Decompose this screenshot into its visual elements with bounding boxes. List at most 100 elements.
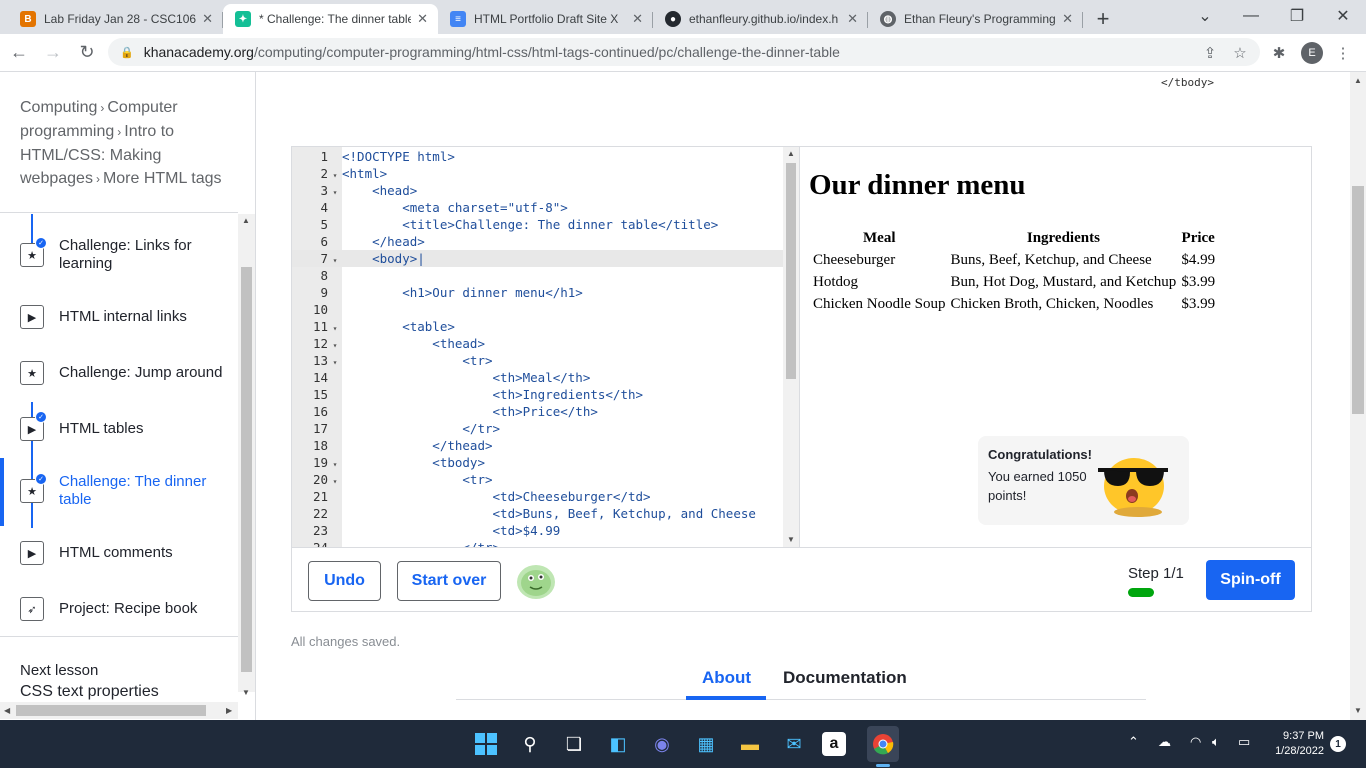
lesson-label: Challenge: The dinner table [59, 473, 207, 508]
code-line[interactable]: 17 </tr> [292, 420, 787, 437]
code-line[interactable]: 22 <td>Buns, Beef, Ketchup, and Cheese [292, 505, 787, 522]
tab-documentation[interactable]: Documentation [783, 668, 907, 688]
scroll-left-icon[interactable]: ◀ [4, 706, 10, 715]
code-line[interactable]: 12 ▾ <thead> [292, 335, 787, 352]
code-line[interactable]: 19 ▾ <tbody> [292, 454, 787, 471]
volume-icon[interactable]: 🔈︎ [1212, 734, 1220, 750]
lesson-item-dinner-table[interactable]: ★ ✓ Challenge: The dinner table [0, 463, 238, 519]
code-line[interactable]: 10 [292, 301, 787, 318]
browser-tab-dinner-table[interactable]: ✦ * Challenge: The dinner table ✕ [223, 4, 438, 34]
new-tab-button[interactable]: + [1083, 4, 1123, 34]
code-line[interactable]: 6 </head> [292, 233, 787, 250]
lesson-item-html-comments[interactable]: ▶ HTML comments [0, 525, 238, 581]
search-icon[interactable]: ⚲ [514, 728, 546, 760]
windows-start-icon[interactable] [470, 728, 502, 760]
file-explorer-icon[interactable]: ▬ [734, 728, 766, 760]
code-line[interactable]: 7 ▾ <body>| [292, 250, 787, 267]
extensions-icon[interactable]: ✱ [1268, 42, 1290, 64]
code-line[interactable]: 2 ▾ <html> [292, 165, 787, 182]
breadcrumb-computing[interactable]: Computing [20, 99, 97, 116]
code-line[interactable]: 23 <td>$4.99 [292, 522, 787, 539]
teams-chat-icon[interactable]: ◉ [646, 728, 678, 760]
system-clock[interactable]: 9:37 PM 1/28/2022 [1258, 729, 1324, 759]
scroll-down-icon[interactable]: ▼ [787, 535, 795, 544]
user-avatar[interactable] [516, 564, 556, 600]
code-line[interactable]: 18 </thead> [292, 437, 787, 454]
sidebar-scroll-thumb[interactable] [241, 267, 252, 672]
close-icon[interactable]: ✕ [632, 11, 643, 27]
code-line[interactable]: 24 </tr> [292, 539, 787, 547]
profile-avatar[interactable]: E [1301, 42, 1323, 64]
code-line[interactable]: 1 <!DOCTYPE html> [292, 148, 787, 165]
share-icon[interactable]: ⇪ [1199, 42, 1221, 64]
tab-search-chevron-icon[interactable]: ⌄ [1182, 0, 1228, 32]
line-number: 4 [320, 200, 328, 215]
code-line[interactable]: 16 <th>Price</th> [292, 403, 787, 420]
back-button[interactable]: ← [4, 38, 34, 68]
close-icon[interactable]: ✕ [1062, 11, 1073, 27]
widgets-icon[interactable]: ◧ [602, 728, 634, 760]
show-hidden-icons-chevron-icon[interactable]: ⌃ [1128, 734, 1139, 750]
minimize-button[interactable]: — [1228, 0, 1274, 32]
notification-badge[interactable]: 1 [1330, 736, 1346, 752]
close-icon[interactable]: ✕ [202, 11, 213, 27]
address-bar[interactable]: 🔒 khanacademy.org/computing/computer-pro… [108, 38, 1260, 66]
battery-icon[interactable]: ▭ [1238, 734, 1250, 750]
spin-off-button[interactable]: Spin-off [1206, 560, 1295, 600]
code-line[interactable]: 15 <th>Ingredients</th> [292, 386, 787, 403]
bookmark-star-icon[interactable]: ☆ [1229, 42, 1251, 64]
lesson-item-links-for-learning[interactable]: ★ ✓ Challenge: Links for learning [0, 227, 238, 283]
browser-tab-github[interactable]: ● ethanfleury.github.io/index.h ✕ [653, 4, 868, 34]
scroll-up-icon[interactable]: ▲ [787, 149, 795, 158]
close-icon[interactable]: ✕ [417, 11, 428, 27]
code-line[interactable]: 9 <h1>Our dinner menu</h1> [292, 284, 787, 301]
next-lesson-link[interactable]: CSS text properties [20, 683, 159, 701]
code-editor-scroll-thumb[interactable] [786, 163, 796, 379]
close-icon[interactable]: ✕ [847, 11, 858, 27]
code-line[interactable]: 20 ▾ <tr> [292, 471, 787, 488]
amazon-icon[interactable]: a [822, 732, 846, 756]
wifi-icon[interactable]: ◠ [1190, 734, 1201, 750]
code-line[interactable]: 4 <meta charset="utf-8"> [292, 199, 787, 216]
scroll-down-icon[interactable]: ▼ [242, 688, 250, 697]
chrome-icon[interactable] [867, 728, 899, 760]
forward-button[interactable]: → [38, 38, 68, 68]
code-line[interactable]: 11 ▾ <table> [292, 318, 787, 335]
code-line[interactable]: 21 <td>Cheeseburger</td> [292, 488, 787, 505]
lesson-item-jump-around[interactable]: ★ Challenge: Jump around [0, 345, 238, 401]
menu-icon[interactable]: ⋮ [1332, 42, 1354, 64]
code-editor[interactable]: 1 <!DOCTYPE html> 2 ▾ <html> 3 ▾ <head> 4 <meta… [292, 147, 800, 547]
code-line[interactable]: 13 ▾ <tr> [292, 352, 787, 369]
page-scroll-thumb[interactable] [1352, 186, 1364, 414]
breadcrumb-more-html-tags[interactable]: More HTML tags [103, 170, 222, 187]
lesson-item-html-tables[interactable]: ▶ ✓ HTML tables [0, 401, 238, 457]
mail-icon[interactable]: ✉ [778, 728, 810, 760]
tab-about[interactable]: About [702, 668, 751, 688]
browser-tab-portfolio-draft[interactable]: ≡ HTML Portfolio Draft Site X ✕ [438, 4, 653, 34]
line-number: 12 [312, 336, 328, 351]
code-line[interactable]: 8 [292, 267, 787, 284]
browser-tab-portfolio-site[interactable]: ◍ Ethan Fleury's Programming ✕ [868, 4, 1083, 34]
scroll-up-icon[interactable]: ▲ [1354, 76, 1362, 85]
scroll-down-icon[interactable]: ▼ [1354, 706, 1362, 715]
browser-tab-lab[interactable]: B Lab Friday Jan 28 - CSC106: T ✕ [8, 4, 223, 34]
line-number: 2 [320, 166, 328, 181]
reload-button[interactable]: ↻ [72, 38, 102, 68]
code-line[interactable]: 14 <th>Meal</th> [292, 369, 787, 386]
undo-button[interactable]: Undo [308, 561, 381, 601]
code-line[interactable]: 5 <title>Challenge: The dinner table</ti… [292, 216, 787, 233]
scroll-right-icon[interactable]: ▶ [226, 706, 232, 715]
scroll-up-icon[interactable]: ▲ [242, 216, 250, 225]
close-window-button[interactable]: ✕ [1320, 0, 1366, 32]
sidebar-horizontal-thumb[interactable] [16, 705, 206, 716]
code-line[interactable]: 3 ▾ <head> [292, 182, 787, 199]
task-view-icon[interactable]: ❏ [558, 728, 590, 760]
onedrive-cloud-icon[interactable]: ☁ [1158, 734, 1171, 750]
line-number: 20 [312, 472, 328, 487]
lesson-label: Challenge: Links for learning [59, 237, 192, 272]
start-over-button[interactable]: Start over [397, 561, 501, 601]
lesson-item-internal-links[interactable]: ▶ HTML internal links [0, 289, 238, 345]
lesson-item-recipe-book[interactable]: ➶ Project: Recipe book [0, 581, 238, 637]
microsoft-store-icon[interactable]: ▦ [690, 728, 722, 760]
restore-button[interactable]: ❐ [1274, 0, 1320, 32]
